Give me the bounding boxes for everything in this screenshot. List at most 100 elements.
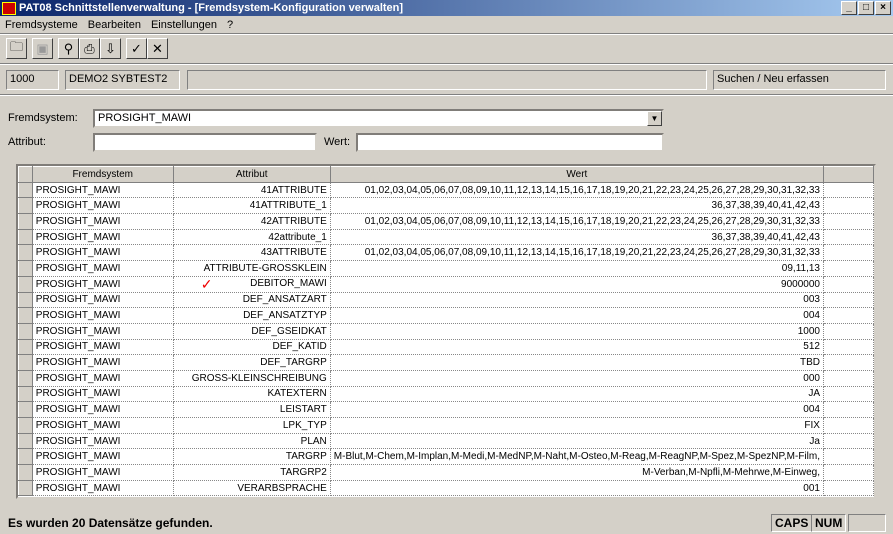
minimize-button[interactable]: _ <box>841 1 857 15</box>
column-header-fremdsystem[interactable]: Fremdsystem <box>31 166 174 183</box>
menu-einstellungen[interactable]: Einstellungen <box>146 19 222 31</box>
cell-attribut[interactable]: TARGRP <box>173 448 331 466</box>
cell-fremdsystem[interactable]: PROSIGHT_MAWI <box>32 401 174 418</box>
row-header[interactable] <box>18 213 33 230</box>
cell-wert[interactable]: 36,37,38,39,40,41,42,43 <box>330 197 824 215</box>
row-header[interactable] <box>18 260 33 277</box>
cell-wert[interactable]: JA <box>330 386 824 403</box>
cell-wert[interactable]: TBD <box>330 354 824 371</box>
cell-fremdsystem[interactable]: PROSIGHT_MAWI <box>32 464 174 481</box>
cell-attribut[interactable]: TARGRP2 <box>173 464 331 481</box>
open-folder-icon[interactable]: 🗀 <box>6 38 27 59</box>
cell-wert[interactable]: 004 <box>330 307 824 324</box>
row-header[interactable] <box>18 228 33 246</box>
cell-wert[interactable]: 01,02,03,04,05,06,07,08,09,10,11,12,13,1… <box>330 213 824 230</box>
fremdsystem-select[interactable]: PROSIGHT_MAWI ▼ <box>93 109 664 128</box>
table-row[interactable]: PROSIGHT_MAWI 41ATTRIBUTE 01,02,03,04,05… <box>18 181 874 199</box>
row-header[interactable] <box>18 181 33 199</box>
cell-wert[interactable]: 001 <box>330 480 824 497</box>
cell-attribut[interactable]: ATTRIBUTE-GROSSKLEIN <box>173 260 331 277</box>
cell-wert[interactable]: 1000 <box>330 323 824 340</box>
maximize-button[interactable]: □ <box>858 1 874 15</box>
row-header[interactable] <box>18 275 33 293</box>
menu-fremdsysteme[interactable]: Fremdsysteme <box>0 19 83 31</box>
row-header[interactable] <box>18 432 33 450</box>
cell-attribut[interactable]: KATEXTERN <box>173 386 331 403</box>
cell-wert[interactable]: 9000000 <box>330 276 824 293</box>
table-row[interactable]: PROSIGHT_MAWI TARGRP2 M-Verban,M-Npfli,M… <box>18 464 874 481</box>
cell-wert[interactable]: Ja <box>330 433 824 450</box>
cell-fremdsystem[interactable]: PROSIGHT_MAWI <box>32 433 174 450</box>
row-header[interactable] <box>18 338 33 356</box>
chevron-down-icon[interactable]: ▼ <box>647 111 662 126</box>
row-header[interactable] <box>18 448 33 466</box>
menu-help[interactable]: ? <box>222 19 238 31</box>
cell-attribut[interactable]: VERARBSPRACHE <box>173 480 331 497</box>
row-header[interactable] <box>18 479 33 497</box>
row-header[interactable] <box>18 401 33 418</box>
cell-fremdsystem[interactable]: PROSIGHT_MAWI <box>32 213 174 230</box>
print-icon[interactable]: ⎙ <box>79 38 100 59</box>
cell-fremdsystem[interactable]: PROSIGHT_MAWI <box>32 292 174 309</box>
wert-input[interactable] <box>356 133 664 152</box>
table-row[interactable]: PROSIGHT_MAWI LPK_TYP FIX <box>18 417 874 434</box>
row-header[interactable] <box>18 197 33 215</box>
row-header[interactable] <box>18 307 33 324</box>
cell-wert[interactable]: 09,11,13 <box>330 260 824 277</box>
cell-attribut[interactable]: DEF_TARGRP <box>173 354 331 371</box>
cell-wert[interactable]: M-Blut,M-Chem,M-Implan,M-Medi,M-MedNP,M-… <box>330 448 824 466</box>
cell-attribut[interactable]: GROSS-KLEINSCHREIBUNG <box>173 370 331 387</box>
cell-fremdsystem[interactable]: PROSIGHT_MAWI <box>32 260 174 277</box>
row-header[interactable] <box>18 385 33 403</box>
cell-fremdsystem[interactable]: PROSIGHT_MAWI <box>32 386 174 403</box>
row-header[interactable] <box>18 417 33 434</box>
cell-wert[interactable]: 003 <box>330 292 824 309</box>
cell-wert[interactable]: FIX <box>330 417 824 434</box>
table-row[interactable]: PROSIGHT_MAWI DEF_ANSATZART 003 <box>18 291 874 309</box>
cell-fremdsystem[interactable]: PROSIGHT_MAWI <box>32 182 174 199</box>
row-header[interactable] <box>18 322 33 340</box>
cell-wert[interactable]: 01,02,03,04,05,06,07,08,09,10,11,12,13,1… <box>330 244 824 262</box>
column-header-attribut[interactable]: Attribut <box>172 166 331 183</box>
row-header[interactable] <box>18 244 33 262</box>
cancel-x-icon[interactable]: ✕ <box>147 38 168 59</box>
cell-fremdsystem[interactable]: PROSIGHT_MAWI <box>32 417 174 434</box>
cell-fremdsystem[interactable]: PROSIGHT_MAWI <box>32 354 174 371</box>
table-row[interactable]: PROSIGHT_MAWI DEF_TARGRP TBD <box>18 354 874 371</box>
table-row[interactable]: PROSIGHT_MAWI PLAN Ja <box>18 432 874 450</box>
cell-wert[interactable]: 004 <box>330 401 824 418</box>
row-header[interactable] <box>18 464 33 481</box>
binoculars-search-icon[interactable]: ⚲ <box>58 38 79 59</box>
row-header[interactable] <box>18 354 33 371</box>
cell-attribut[interactable]: PLAN <box>173 433 331 450</box>
row-header[interactable] <box>18 291 33 309</box>
cell-fremdsystem[interactable]: PROSIGHT_MAWI <box>32 480 174 497</box>
cell-attribut[interactable]: 42attribute_1 <box>173 229 331 246</box>
cell-wert[interactable]: M-Verban,M-Npfli,M-Mehrwe,M-Einweg, <box>330 464 824 481</box>
table-row[interactable]: PROSIGHT_MAWI 43ATTRIBUTE 01,02,03,04,05… <box>18 244 874 262</box>
table-row[interactable]: PROSIGHT_MAWI ✓ DEBITOR_MAWI 9000000 <box>18 275 874 293</box>
table-row[interactable]: PROSIGHT_MAWI DEF_ANSATZTYP 004 <box>18 307 874 324</box>
table-row[interactable]: PROSIGHT_MAWI 42attribute_1 36,37,38,39,… <box>18 228 874 246</box>
export-icon[interactable]: ⇩ <box>100 38 121 59</box>
cell-attribut[interactable]: DEF_KATID <box>173 339 331 356</box>
cell-attribut[interactable]: 42ATTRIBUTE <box>173 213 331 230</box>
cell-attribut[interactable]: 41ATTRIBUTE <box>173 182 331 199</box>
cell-wert[interactable]: 36,37,38,39,40,41,42,43 <box>330 229 824 246</box>
table-row[interactable]: PROSIGHT_MAWI TARGRP M-Blut,M-Chem,M-Imp… <box>18 448 874 466</box>
table-row[interactable]: PROSIGHT_MAWI VERARBSPRACHE 001 <box>18 479 874 497</box>
cell-wert[interactable]: 512 <box>330 339 824 356</box>
cell-fremdsystem[interactable]: PROSIGHT_MAWI <box>32 244 174 262</box>
table-row[interactable]: PROSIGHT_MAWI ATTRIBUTE-GROSSKLEIN 09,11… <box>18 260 874 277</box>
cell-fremdsystem[interactable]: PROSIGHT_MAWI <box>32 276 174 293</box>
table-row[interactable]: PROSIGHT_MAWI GROSS-KLEINSCHREIBUNG 000 <box>18 369 874 387</box>
table-row[interactable]: PROSIGHT_MAWI 42ATTRIBUTE 01,02,03,04,05… <box>18 213 874 230</box>
results-grid[interactable]: Fremdsystem Attribut Wert PROSIGHT_MAWI … <box>16 164 876 499</box>
cell-attribut[interactable]: DEF_ANSATZTYP <box>173 307 331 324</box>
cell-attribut[interactable]: 43ATTRIBUTE <box>173 244 331 262</box>
cell-wert[interactable]: 000 <box>330 370 824 387</box>
table-row[interactable]: PROSIGHT_MAWI KATEXTERN JA <box>18 385 874 403</box>
cell-fremdsystem[interactable]: PROSIGHT_MAWI <box>32 323 174 340</box>
cell-attribut[interactable]: DEF_GSEIDKAT <box>173 323 331 340</box>
cell-fremdsystem[interactable]: PROSIGHT_MAWI <box>32 197 174 215</box>
